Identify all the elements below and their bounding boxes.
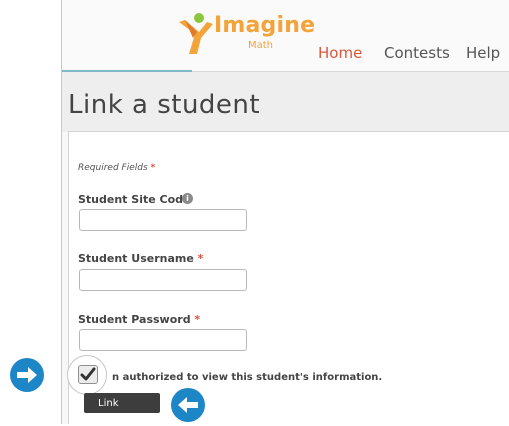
required-star: * [150, 163, 156, 173]
site-code-label: Student Site Code [78, 193, 191, 206]
authorization-label: n authorized to view this student's info… [112, 372, 383, 383]
site-header: Imagine Math Home Contests Help [62, 0, 509, 72]
arrow-right-glyph [17, 367, 37, 383]
link-button[interactable]: Link [84, 393, 160, 413]
site-code-input[interactable] [79, 209, 247, 231]
required-fields-note: Required Fields * [78, 163, 155, 173]
nav-contests[interactable]: Contests [384, 44, 450, 62]
required-star: * [194, 313, 201, 326]
password-input[interactable] [79, 329, 247, 351]
logo-subtitle: Math [248, 40, 274, 51]
nav-help[interactable]: Help [466, 44, 500, 62]
password-label-text: Student Password [78, 313, 191, 326]
authorization-checkbox[interactable] [78, 365, 98, 384]
info-icon[interactable]: i [182, 193, 193, 204]
username-label: Student Username * [78, 252, 203, 265]
checkmark-icon [80, 367, 96, 381]
logo-wordmark: Imagine [214, 13, 316, 38]
imagine-math-logo-icon [179, 13, 213, 54]
password-label: Student Password * [78, 313, 200, 326]
arrow-right-icon [10, 358, 44, 392]
username-label-text: Student Username [78, 252, 194, 265]
required-note-text: Required Fields [78, 163, 148, 173]
required-star: * [197, 252, 204, 265]
page-title: Link a student [68, 90, 261, 120]
nav-home[interactable]: Home [318, 44, 362, 62]
username-input[interactable] [79, 269, 247, 291]
arrow-left-glyph [178, 397, 198, 413]
arrow-left-icon [171, 388, 205, 422]
